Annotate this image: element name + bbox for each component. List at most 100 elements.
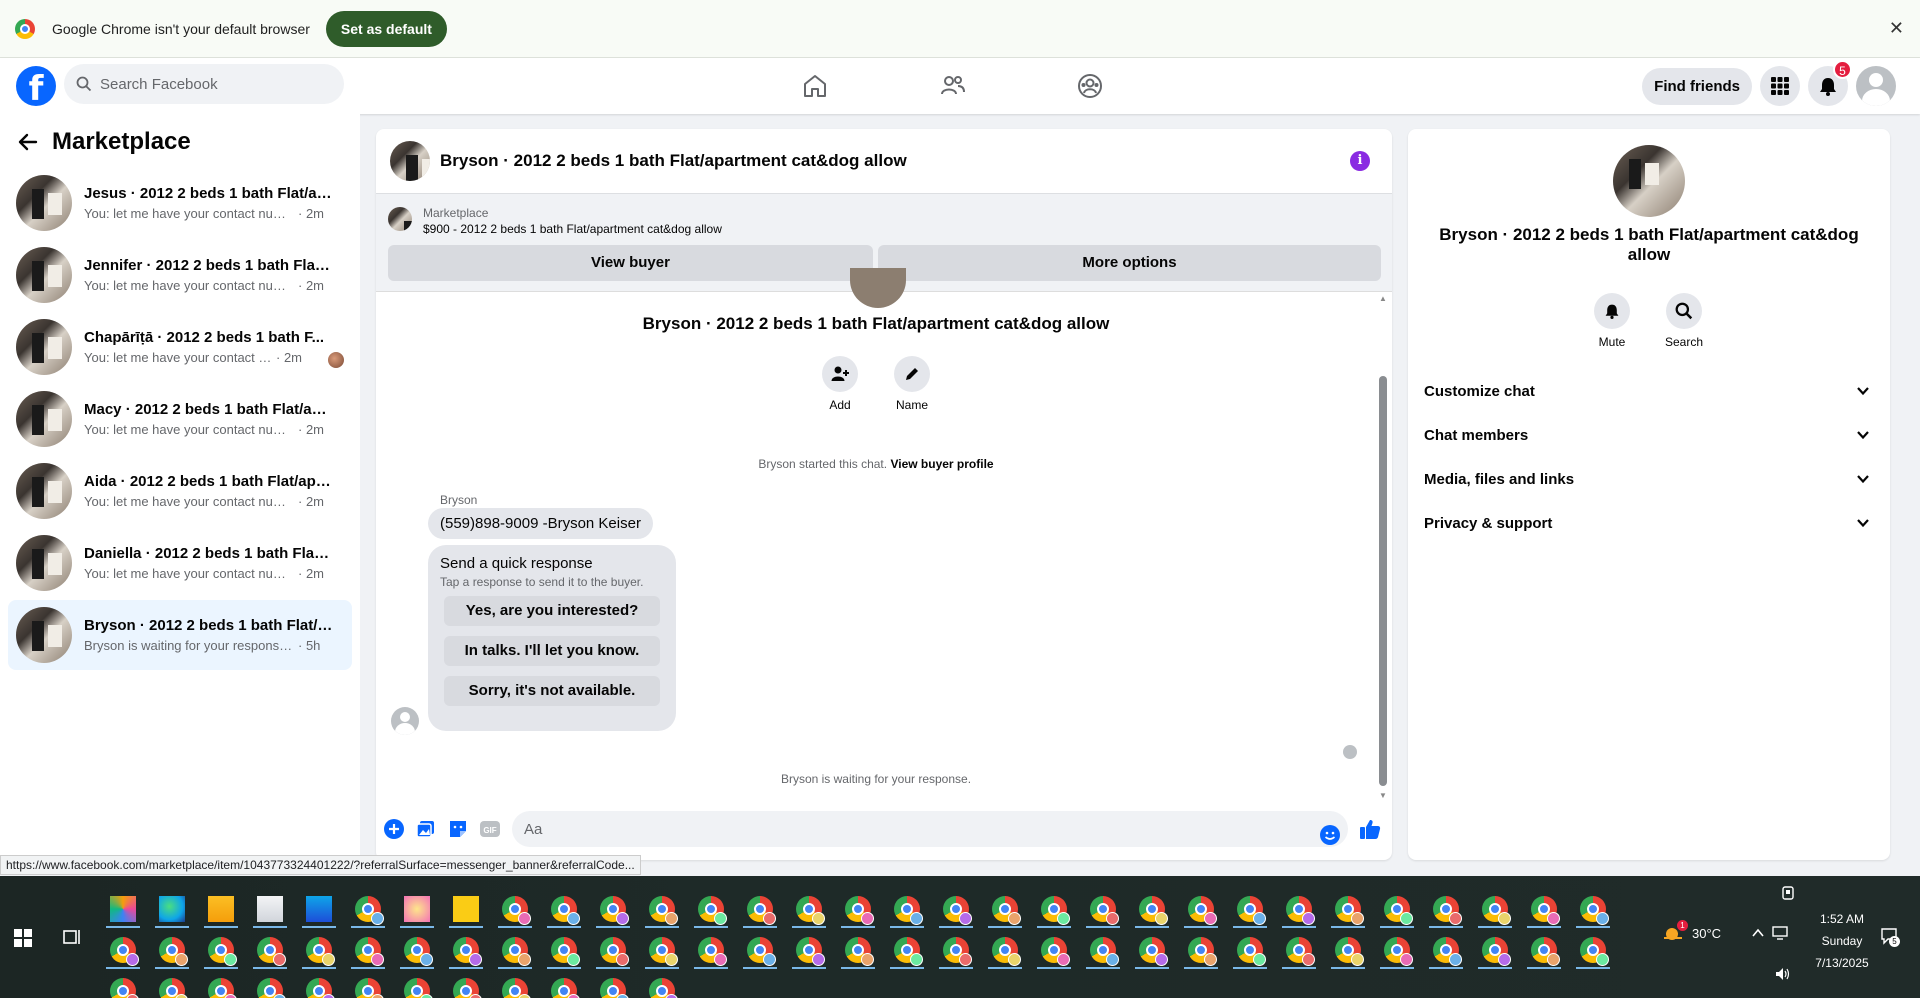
quick-reply-in-talks[interactable]: In talks. I'll let you know. [444,636,660,666]
paint-icon[interactable] [404,896,430,922]
chrome-icon[interactable] [551,896,580,925]
device-icon[interactable] [1781,886,1795,903]
chrome-icon[interactable] [1139,937,1168,966]
chrome-icon[interactable] [1335,896,1364,925]
chrome-icon[interactable] [1531,896,1560,925]
volume-icon[interactable] [1775,967,1791,984]
chrome-icon[interactable] [600,896,629,925]
chrome-icon[interactable] [1384,896,1413,925]
search-facebook-input[interactable]: Search Facebook [64,64,344,104]
chrome-icon[interactable] [1433,896,1462,925]
gif-icon[interactable]: GIF [478,817,502,841]
chrome-icon[interactable] [1531,937,1560,966]
task-view-icon[interactable] [62,927,82,947]
photo-icon[interactable] [414,817,438,841]
conversation-item[interactable]: Macy · 2012 2 beds 1 bath Flat/apa... You… [8,384,352,454]
info-icon[interactable]: i [1350,151,1370,171]
add-people-button[interactable]: Add [810,356,870,412]
view-buyer-profile-link[interactable]: View buyer profile [890,457,993,471]
windows-start-icon[interactable] [14,929,32,947]
chrome-icon[interactable] [1188,937,1217,966]
more-options-button[interactable]: More options [878,245,1381,281]
groups-icon[interactable] [1076,72,1104,100]
file-explorer-icon[interactable] [208,896,234,922]
conversation-item[interactable]: Jennifer · 2012 2 beds 1 bath Flat/a... Y… [8,240,352,310]
chrome-icon[interactable] [894,937,923,966]
message-input[interactable]: Aa [512,811,1348,847]
name-chat-button[interactable]: Name [882,356,942,412]
chrome-icon[interactable] [159,978,188,998]
chat-scrollbar[interactable]: ▲ ▼ [1378,292,1388,800]
friends-icon[interactable] [939,72,967,100]
chrome-icon[interactable] [404,978,433,998]
plus-icon[interactable] [382,817,406,841]
chrome-icon[interactable] [992,896,1021,925]
store-icon[interactable] [257,896,283,922]
chrome-icon[interactable] [502,978,531,998]
weather-widget[interactable]: 1 30°C [1662,920,1721,942]
message-bubble[interactable]: (559)898-9009 -Bryson Keiser [428,508,653,539]
chrome-icon[interactable] [747,896,776,925]
chrome-icon[interactable] [845,896,874,925]
chrome-icon[interactable] [1286,937,1315,966]
chrome-icon[interactable] [1433,937,1462,966]
chrome-icon[interactable] [698,896,727,925]
close-icon[interactable]: ✕ [1889,18,1904,39]
edge-icon[interactable] [159,896,185,922]
customize-chat-section[interactable]: Customize chat [1424,369,1874,413]
thumbs-up-icon[interactable] [1358,817,1382,841]
notifications-button[interactable]: 5 [1808,60,1852,106]
sticker-icon[interactable] [446,817,470,841]
chrome-icon[interactable] [257,978,286,998]
chrome-icon[interactable] [453,937,482,966]
conversation-item[interactable]: Jesus · 2012 2 beds 1 bath Flat/apa... Yo… [8,168,352,238]
search-in-chat-button[interactable]: Search [1654,293,1714,349]
chrome-icon[interactable] [992,937,1021,966]
chrome-icon[interactable] [1482,896,1511,925]
conversation-item[interactable]: Aida · 2012 2 beds 1 bath Flat/apar... Yo… [8,456,352,526]
chrome-icon[interactable] [1090,896,1119,925]
chrome-icon[interactable] [943,937,972,966]
menu-button[interactable] [1760,66,1800,106]
find-friends-button[interactable]: Find friends [1642,67,1752,105]
home-icon[interactable] [801,72,829,100]
chrome-icon[interactable] [1237,937,1266,966]
conversation-item[interactable]: Daniella · 2012 2 beds 1 bath Flat/a... Y… [8,528,352,598]
chrome-icon[interactable] [1580,896,1609,925]
back-arrow-icon[interactable] [18,132,38,152]
view-buyer-button[interactable]: View buyer [388,245,873,281]
conversation-item-active[interactable]: Bryson · 2012 2 beds 1 bath Flat/a... Bry… [8,600,352,670]
chrome-icon[interactable] [698,937,727,966]
quick-reply-interested[interactable]: Yes, are you interested? [444,596,660,626]
network-icon[interactable] [1772,926,1788,943]
chrome-icon[interactable] [894,896,923,925]
chat-avatar[interactable] [390,141,430,181]
chrome-icon[interactable] [208,978,237,998]
notification-center-icon[interactable]: 5 [1880,927,1900,948]
mute-button[interactable]: Mute [1582,293,1642,349]
chrome-icon[interactable] [1237,896,1266,925]
chrome-icon[interactable] [453,978,482,998]
chrome-icon[interactable] [1188,896,1217,925]
chrome-icon[interactable] [306,978,335,998]
chrome-icon[interactable] [159,937,188,966]
chrome-icon[interactable] [1139,896,1168,925]
chrome-icon[interactable] [845,937,874,966]
chrome-icon[interactable] [502,937,531,966]
media-files-links-section[interactable]: Media, files and links [1424,457,1874,501]
copilot-icon[interactable] [110,896,136,922]
chrome-icon[interactable] [649,978,678,998]
chrome-icon[interactable] [1090,937,1119,966]
facebook-logo-icon[interactable]: f [16,66,56,106]
chrome-icon[interactable] [1041,937,1070,966]
scroll-down-icon[interactable]: ▼ [1379,791,1387,800]
chat-title[interactable]: Bryson · 2012 2 beds 1 bath Flat/apartme… [440,151,907,171]
chevron-up-icon[interactable] [1751,926,1765,943]
chrome-icon[interactable] [110,978,139,998]
chrome-icon[interactable] [1335,937,1364,966]
scrollbar-thumb[interactable] [1379,376,1387,786]
chrome-icon[interactable] [1580,937,1609,966]
chrome-icon[interactable] [600,978,629,998]
chrome-icon[interactable] [110,937,139,966]
quick-reply-not-available[interactable]: Sorry, it's not available. [444,676,660,706]
